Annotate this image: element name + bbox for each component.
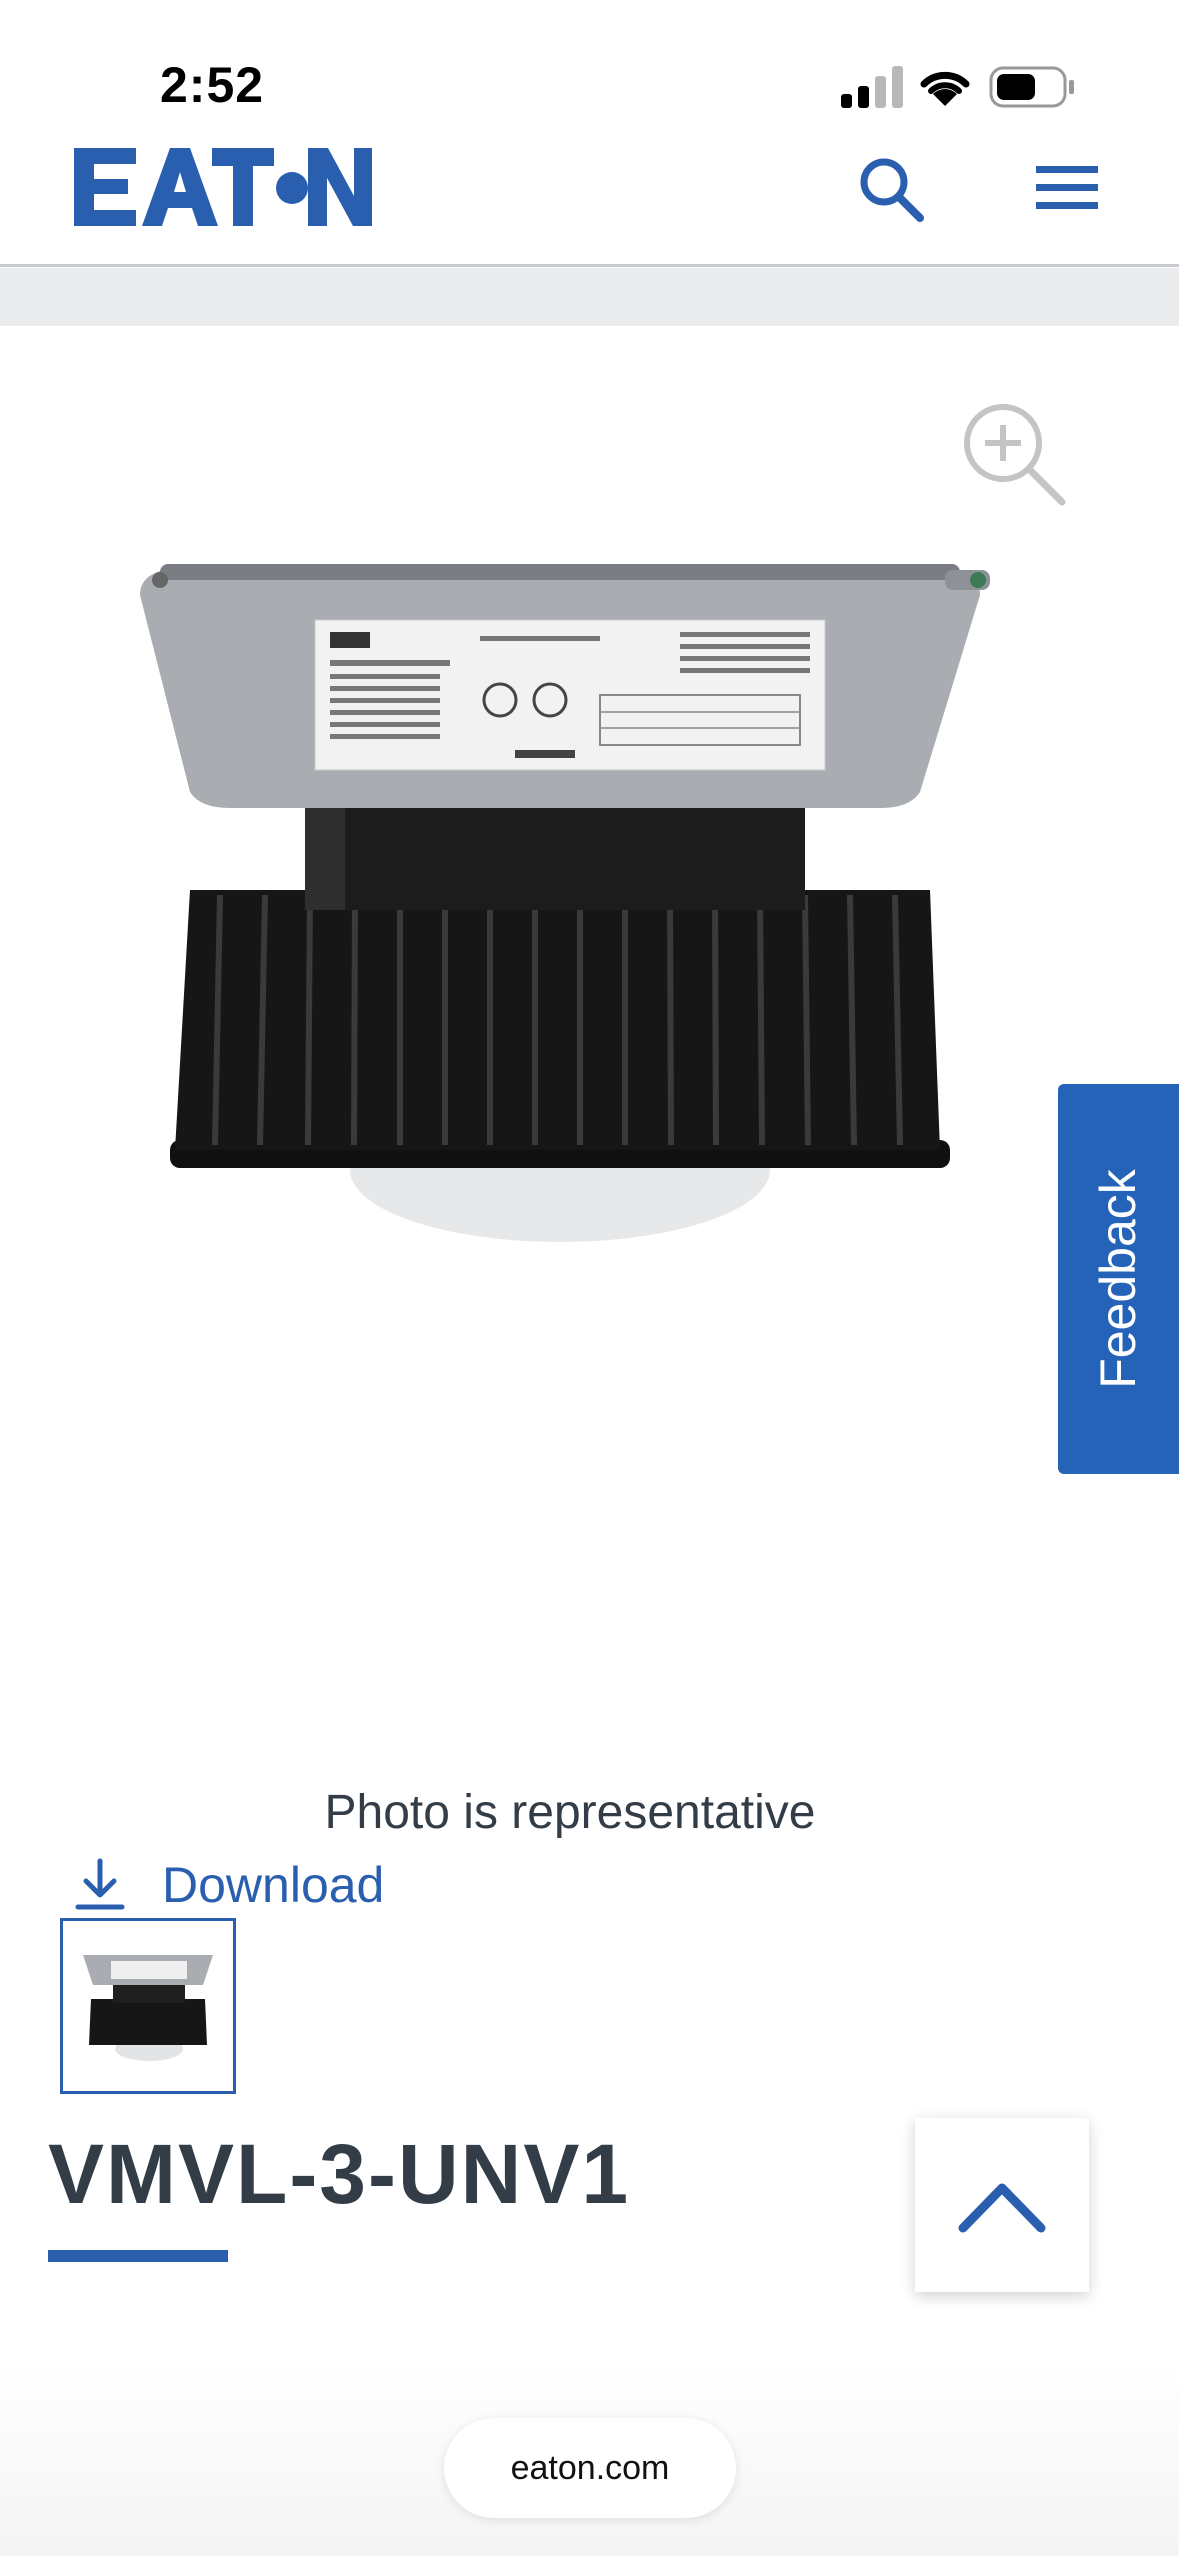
back-to-top-button[interactable]: [915, 2118, 1089, 2292]
status-time: 2:52: [160, 57, 265, 113]
site-header: [0, 120, 1179, 267]
search-icon[interactable]: [856, 154, 926, 224]
download-link[interactable]: Download: [72, 1850, 384, 1920]
hamburger-menu-icon[interactable]: [1036, 160, 1100, 216]
title-underline: [48, 2250, 228, 2262]
download-icon: [75, 1858, 125, 1910]
product-title: VMVL-3-UNV1: [48, 2127, 631, 2221]
status-icons: [841, 64, 1081, 119]
breadcrumb-band: [0, 268, 1179, 326]
wifi-icon: [920, 71, 970, 106]
chevron-up-icon: [958, 2183, 1046, 2233]
download-label: Download: [162, 1857, 385, 1913]
battery-icon: [989, 66, 1074, 108]
product-photo[interactable]: [120, 560, 1020, 1290]
status-bar: 2:52: [0, 0, 1179, 130]
zoom-in-icon[interactable]: [958, 398, 1068, 508]
cellular-signal-icon: [841, 66, 903, 108]
feedback-tab[interactable]: Feedback: [1058, 1084, 1179, 1474]
eaton-logo[interactable]: [72, 136, 372, 241]
browser-url-pill[interactable]: eaton.com: [444, 2418, 736, 2518]
feedback-label: Feedback: [1090, 1169, 1146, 1389]
product-thumbnail[interactable]: [60, 1918, 236, 2094]
photo-caption: Photo is representative: [324, 1786, 816, 1839]
